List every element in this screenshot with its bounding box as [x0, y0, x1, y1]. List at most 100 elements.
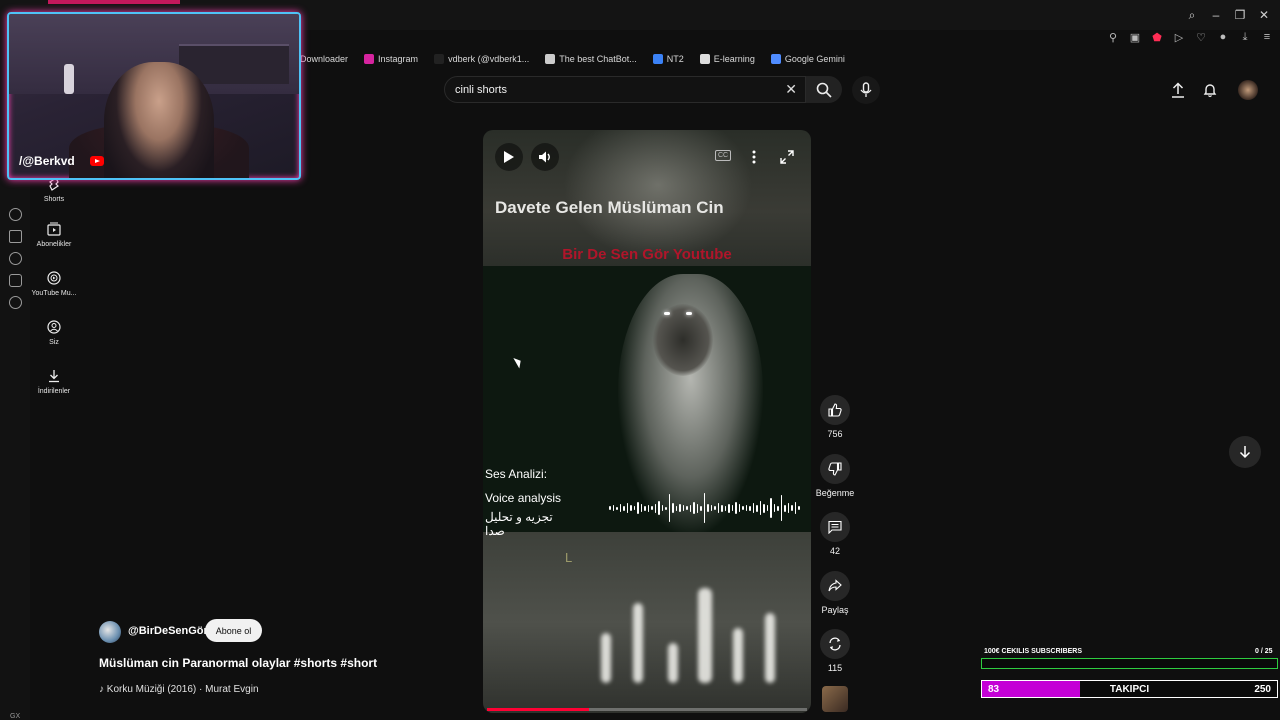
minimize-icon[interactable]: –	[1208, 7, 1224, 23]
notifications-button[interactable]	[1200, 80, 1220, 100]
waveform-bar	[777, 505, 779, 511]
vpn-shield-icon[interactable]: ⬟	[1150, 30, 1164, 44]
sound-thumbnail-button[interactable]	[815, 686, 855, 712]
search-button[interactable]	[806, 76, 842, 103]
audio-waveform	[609, 488, 809, 528]
shorts-video-player[interactable]: Davete Gelen Müslüman Cin Bir De Sen Gör…	[483, 130, 811, 713]
guide-label: İndirilenler	[37, 388, 71, 395]
guide-label: YouTube Mu...	[31, 290, 77, 297]
waveform-bar	[679, 504, 681, 512]
subscribe-button[interactable]: Abone ol	[205, 619, 262, 642]
guide-item-you[interactable]: Siz	[19, 319, 89, 346]
player-icon[interactable]: ▷	[1172, 30, 1186, 44]
voice-search-button[interactable]	[852, 76, 880, 104]
waveform-bar	[696, 503, 698, 513]
music-credit[interactable]: ♪ Korku Müziği (2016) · Murat Evgin	[99, 684, 259, 695]
youtube-logo-icon	[90, 156, 104, 166]
waveform-bar	[759, 501, 761, 515]
bookmark-item[interactable]: Google Gemini	[770, 54, 845, 64]
upload-icon	[1172, 82, 1184, 98]
bookmark-item[interactable]: vdberk (@vdberk1...	[434, 54, 529, 64]
waveform-bar	[612, 505, 614, 511]
waveform-bar	[763, 503, 765, 513]
history-icon[interactable]	[9, 252, 22, 265]
guide-item-downloads[interactable]: İndirilenler	[19, 368, 89, 395]
pin-icon[interactable]: ⚲	[1106, 30, 1120, 44]
waveform-bar	[742, 506, 744, 510]
streamer	[104, 62, 214, 178]
waveform-bar	[630, 505, 632, 511]
guide-item-subscriptions[interactable]: Abonelikler	[19, 221, 89, 248]
guide-item-youtube-music[interactable]: YouTube Mu...	[19, 270, 89, 297]
waveform-bar	[798, 506, 800, 510]
screen: { "bookmarks": [ {"label": "Downloader",…	[0, 0, 1280, 720]
clear-search-icon[interactable]: ✕	[785, 81, 797, 98]
upload-button[interactable]	[1168, 80, 1188, 100]
fullscreen-button[interactable]	[779, 149, 795, 165]
download-icon[interactable]: ⤓	[1238, 30, 1252, 44]
mute-button[interactable]	[531, 143, 559, 171]
waveform-bar	[707, 504, 709, 512]
channel-name[interactable]: @BirDeSenGör	[128, 625, 208, 637]
share-button[interactable]: Paylaş	[815, 571, 855, 615]
profile-icon[interactable]: ●	[1216, 30, 1230, 44]
guide-item-shorts[interactable]: Shorts	[19, 176, 89, 203]
waveform-bar	[693, 502, 695, 514]
webcam-overlay: /@Berkvd	[7, 12, 301, 180]
bookmark-item[interactable]: E-learning	[699, 54, 755, 64]
account-avatar[interactable]	[1238, 80, 1258, 100]
bookmark-item[interactable]: Instagram	[364, 54, 418, 64]
waveform-bar	[658, 501, 660, 515]
bookmark-label: The best ChatBot...	[559, 54, 637, 64]
follower-label: TAKIPCI	[1109, 684, 1150, 695]
waveform-bar	[637, 502, 639, 514]
video-progress-bar[interactable]	[487, 708, 807, 711]
menu-icon[interactable]: ≡	[1260, 30, 1274, 44]
bookmark-label: Google Gemini	[784, 54, 845, 64]
waveform-bar	[738, 504, 740, 512]
settings-icon[interactable]	[9, 296, 22, 309]
bookmark-item[interactable]: The best ChatBot...	[545, 54, 637, 64]
bookmarks-bar: Downloader Instagram vdberk (@vdberk1... Th…	[300, 50, 845, 68]
waveform-bar	[721, 504, 723, 512]
channel-avatar[interactable]	[99, 621, 121, 643]
remix-button[interactable]: 115	[815, 629, 855, 673]
instagram-icon	[364, 54, 375, 64]
guide-label: Siz	[49, 339, 59, 346]
like-count: 756	[827, 429, 843, 439]
waveform-bar	[794, 502, 796, 514]
player-sidebar-icon[interactable]	[9, 208, 22, 221]
bell-icon	[1203, 84, 1217, 98]
waveform-bar	[770, 498, 772, 518]
you-icon	[46, 319, 62, 335]
youtube-music-icon	[46, 270, 62, 286]
like-button[interactable]: 756	[815, 395, 855, 439]
video-title[interactable]: Müslüman cin Paranormal olaylar #shorts …	[99, 656, 377, 670]
video-overlay-title: Davete Gelen Müslüman Cin	[495, 198, 724, 217]
search-tabs-icon[interactable]: ⌕	[1184, 7, 1200, 23]
play-button[interactable]	[495, 143, 523, 171]
bookmark-item[interactable]: Downloader	[300, 54, 348, 64]
thumbs-down-icon	[820, 454, 850, 484]
more-options-button[interactable]	[749, 147, 759, 167]
close-window-icon[interactable]: ✕	[1256, 7, 1272, 23]
comments-button[interactable]: 42	[815, 512, 855, 556]
bookmark-label: vdberk (@vdberk1...	[448, 54, 530, 64]
restore-icon[interactable]: ❐	[1232, 7, 1248, 23]
snapshot-icon[interactable]: ▣	[1128, 30, 1142, 44]
next-short-button[interactable]	[1229, 436, 1261, 468]
share-label: Paylaş	[821, 605, 849, 615]
waveform-bar	[609, 506, 611, 510]
heart-icon[interactable]: ♡	[1194, 30, 1208, 44]
bookmark-label: NT2	[666, 54, 684, 64]
microphone-icon	[860, 82, 872, 97]
waveform-bar	[616, 506, 618, 510]
bookmark-item[interactable]: NT2	[652, 54, 684, 64]
dislike-button[interactable]: Beğenme	[815, 454, 855, 498]
search-input[interactable]: cinli shorts	[455, 84, 507, 96]
captions-icon: CC	[715, 150, 732, 161]
ghost-eye	[686, 312, 692, 315]
captions-button[interactable]: CC	[715, 150, 732, 161]
search-box[interactable]: cinli shorts ✕	[444, 76, 806, 103]
waveform-bar	[703, 493, 705, 523]
